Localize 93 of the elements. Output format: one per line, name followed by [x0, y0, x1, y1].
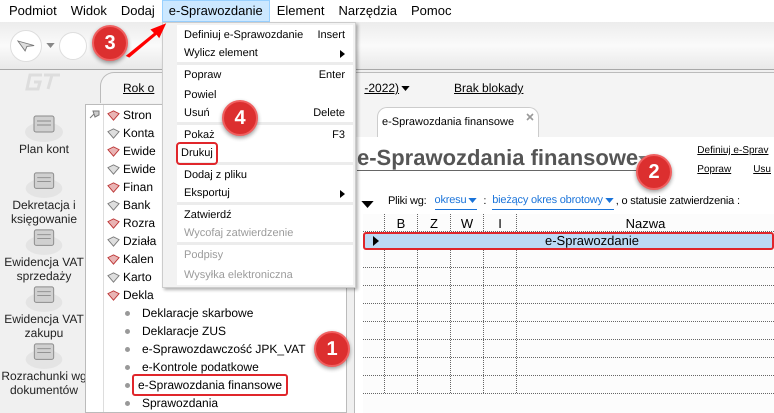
bullet-icon	[125, 364, 130, 370]
column-header[interactable]: Z	[418, 214, 451, 231]
sidebar-item[interactable]: Ewidencja VAT sprzedaży	[1, 255, 87, 283]
document-tab[interactable]: e-Sprawozdania finansowe	[377, 107, 539, 137]
action-link[interactable]: Usu	[753, 162, 771, 177]
menu-option-label: Wylicz element	[183, 46, 259, 62]
tree-item[interactable]: Ewide	[123, 142, 156, 160]
menu-option-label: Zatwierdź	[183, 208, 233, 223]
column-header[interactable]: I	[484, 214, 517, 231]
menu-option[interactable]: Popraw Enter	[177, 65, 353, 85]
tree-item[interactable]: Ewide	[123, 160, 156, 178]
tree-item[interactable]: Rozra	[123, 214, 156, 232]
menu-option-label: Powiel	[183, 88, 218, 103]
sidebar-item[interactable]: Ewidencja VAT zakupu	[1, 312, 87, 340]
cursor-icon	[17, 39, 35, 52]
menu-option[interactable]: Drukuj	[177, 145, 353, 165]
column-header[interactable]: Nazwa	[517, 214, 774, 231]
shortcut-label: Delete	[313, 106, 345, 122]
bullet-icon	[125, 346, 130, 352]
bullet-icon	[125, 310, 130, 316]
tree-item[interactable]: e-Sprawozdawczość JPK_VAT	[138, 340, 310, 358]
caret-icon	[468, 198, 478, 203]
menu-option[interactable]: Wylicz element	[177, 45, 353, 65]
bullet-icon	[125, 382, 130, 388]
pointer-tool-button[interactable]	[10, 30, 42, 62]
period-selector[interactable]: Rok o	[123, 79, 154, 97]
filter-separator: :	[483, 194, 486, 209]
tree-item[interactable]: Sprawozdania	[138, 394, 222, 412]
menu-option-label: Usuń	[183, 106, 211, 122]
tree-item[interactable]: Dekla	[123, 286, 154, 304]
tree-item[interactable]: Deklaracje ZUS	[138, 322, 230, 340]
caret-icon	[401, 86, 410, 90]
submenu-arrow-icon	[340, 190, 345, 198]
tree-item[interactable]: Stron	[123, 106, 152, 124]
menu-option[interactable]: Definiuj e-Sprawozdanie Insert	[177, 25, 353, 45]
menu-item[interactable]: Element	[270, 0, 332, 22]
column-header[interactable]: W	[451, 214, 484, 231]
shortcut-label: Enter	[318, 68, 345, 83]
menu-option[interactable]: Zatwierdź	[177, 205, 353, 225]
menu-item[interactable]: e-Sprawozdanie	[162, 0, 270, 22]
submenu-arrow-icon	[340, 50, 345, 58]
sidebar-item[interactable]: Dekretacja i księgowanie	[1, 198, 87, 226]
menu-item[interactable]: Podmiot	[2, 0, 64, 22]
tree-item[interactable]: e-Sprawozdania finansowe	[132, 374, 288, 396]
tree-item[interactable]: Karto	[123, 268, 152, 286]
period-selector[interactable]: -2022)	[364, 79, 400, 97]
callout-arrow	[124, 22, 168, 58]
menu-option[interactable]: Dodaj z pliku	[177, 165, 353, 185]
period-type-link[interactable]: okresu	[434, 192, 478, 210]
period-link[interactable]: bieżący okres obrotowy	[492, 192, 614, 210]
table-cell-text: e-Sprawozdanie	[545, 232, 639, 250]
filter-label: Pliki wg:	[388, 194, 427, 209]
caret-icon	[604, 198, 614, 203]
menu-option[interactable]: Eksportuj	[177, 185, 353, 205]
tree-item[interactable]: e-Kontrole podatkowe	[138, 358, 263, 376]
menu-option[interactable]: Powiel	[177, 85, 353, 105]
tree-item[interactable]: Finan	[123, 178, 154, 196]
menu-item[interactable]: Widok	[64, 0, 114, 22]
menu-option-label: Eksportuj	[183, 186, 231, 202]
collapse-icon[interactable]	[361, 200, 374, 208]
menu-item[interactable]: Dodaj	[114, 0, 162, 22]
column-header[interactable]: B	[385, 214, 418, 231]
menu-option-label: Definiuj e-Sprawozdanie	[183, 28, 304, 43]
menu-item[interactable]: Pomoc	[404, 0, 458, 22]
tree-item[interactable]: Bank	[123, 196, 150, 214]
action-link[interactable]: Definiuj e-Sprav	[697, 143, 771, 158]
row-pointer-icon	[373, 236, 379, 246]
menu-option[interactable]: Pokaż F3	[177, 125, 353, 145]
close-icon[interactable]	[526, 112, 534, 120]
bullet-icon	[125, 400, 130, 406]
caret-icon	[46, 43, 55, 48]
status-label: , o statusie zatwierdzenia :	[616, 194, 740, 209]
bullet-icon	[125, 328, 130, 334]
tree-item[interactable]: Działa	[123, 232, 156, 250]
menu-option-label: Dodaj z pliku	[183, 168, 248, 183]
menu-option-label: Popraw	[183, 68, 222, 83]
menu-option-label: Wysyłka elektroniczna	[183, 268, 294, 283]
action-link[interactable]: Popraw	[697, 162, 732, 177]
tree-item[interactable]: Konta	[123, 124, 154, 142]
page-title[interactable]: e-Sprawozdania finansowe	[357, 146, 638, 170]
table-row[interactable]: e-Sprawozdanie	[363, 232, 774, 250]
shortcut-label: F3	[332, 128, 345, 143]
menu-option-label: Pokaż	[183, 128, 216, 143]
menu-option-label: Wycofaj zatwierdzenie	[183, 226, 294, 242]
menu-option-label: Podpisy	[183, 248, 224, 263]
tree-item[interactable]: Deklaracje skarbowe	[138, 304, 258, 322]
sidebar-item[interactable]: Plan kont	[1, 142, 87, 156]
tab-label: e-Sprawozdania finansowe	[382, 115, 514, 130]
lock-status-link[interactable]: Brak blokady	[454, 79, 524, 97]
menu-item[interactable]: Narzędzia	[331, 0, 404, 22]
tree-item[interactable]: Kalen	[123, 250, 154, 268]
pin-icon	[88, 109, 100, 119]
shortcut-label: Insert	[317, 28, 345, 43]
